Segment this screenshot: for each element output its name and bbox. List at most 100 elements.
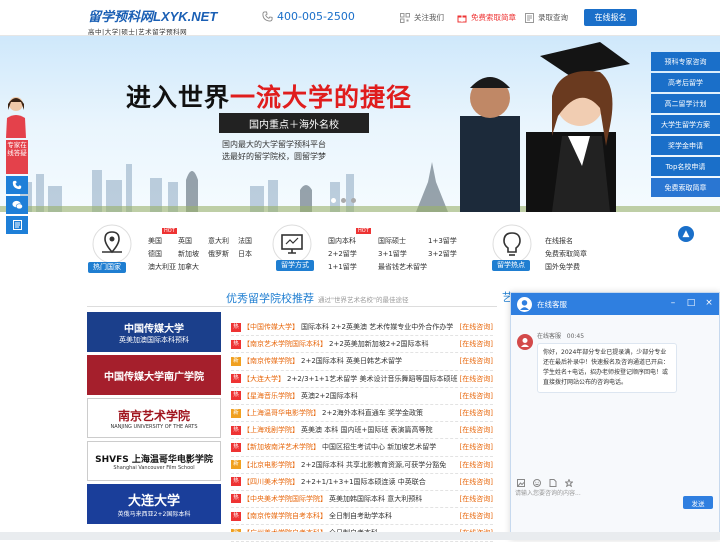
study-method-link[interactable]: 3+2留学: [428, 249, 457, 259]
row-school[interactable]: 【星海音乐学院】: [243, 391, 299, 401]
school-tile-cucn[interactable]: 中国传媒大学南广学院: [87, 355, 221, 395]
follow-link[interactable]: 关注我们: [400, 12, 444, 23]
school-tile-cuc[interactable]: 中国传媒大学 英美加澳国际本科预科: [87, 312, 221, 352]
school-tile-shvfs[interactable]: SHVFS 上海温哥华电影学院 Shanghai Vancouver Film …: [87, 441, 221, 481]
school-list-row[interactable]: 热【上海戏剧学院】 英美澳 本科 国内班+国际班 表演篇高等院 [在线咨询]: [231, 422, 493, 440]
row-school[interactable]: 【中央美术学院国际学院】: [243, 494, 327, 504]
study-method-link[interactable]: 1+3留学: [428, 236, 457, 246]
emoji-icon[interactable]: [533, 479, 541, 487]
school-tile-nua[interactable]: 南京艺术学院 NANJING UNIVERSITY OF THE ARTS: [87, 398, 221, 438]
hot-topic-link[interactable]: 免费索取简章: [545, 249, 587, 259]
row-consult-link[interactable]: [在线咨询]: [460, 408, 493, 418]
file-icon[interactable]: [549, 479, 557, 487]
school-list-row[interactable]: 热【南京艺术学院国际本科】 2+2英美加新加坡2+2国际本科 [在线咨询]: [231, 336, 493, 354]
tile-name: 大连大学: [127, 494, 180, 509]
back-to-top-button[interactable]: ▲: [678, 226, 694, 242]
row-badge: 热: [231, 477, 241, 487]
logo-sub: 高中|大学|硕士|艺术留学预科网: [88, 28, 188, 36]
popular-countries-tag[interactable]: 热门国家: [88, 262, 126, 273]
message-bubble: 你好，2024年部分专业已提录满，少部分专业还在最后补录中！快速报名及咨询通道已…: [537, 343, 677, 393]
country-link[interactable]: 美国: [148, 236, 162, 246]
study-method-link[interactable]: 1+1留学: [328, 262, 357, 272]
free-brochure-link[interactable]: 免费索取简章: [457, 12, 516, 23]
row-school[interactable]: 【南京传媒学院】: [243, 356, 299, 366]
study-method-link[interactable]: 国内本科: [328, 236, 356, 246]
school-tile-dlu[interactable]: 大连大学 英俄马来西亚2+2国际本科: [87, 484, 221, 524]
row-consult-link[interactable]: [在线咨询]: [460, 442, 493, 452]
row-consult-link[interactable]: [在线咨询]: [460, 356, 493, 366]
right-nav-item[interactable]: 免费索取简章: [651, 178, 720, 197]
close-icon[interactable]: ×: [704, 298, 714, 308]
row-consult-link[interactable]: [在线咨询]: [460, 339, 493, 349]
country-link[interactable]: 日本: [238, 249, 252, 259]
row-school[interactable]: 【上海温哥华电影学院】: [243, 408, 320, 418]
school-list-row[interactable]: 热【中国传媒大学】 国际本科 2+2英美澳 艺术传媒专业中外合作办学 [在线咨询]: [231, 319, 493, 337]
send-button[interactable]: 发送: [683, 496, 713, 509]
row-school[interactable]: 【四川美术学院】: [243, 477, 299, 487]
study-method-link[interactable]: 国际硕士: [378, 236, 406, 246]
country-link[interactable]: 新加坡: [178, 249, 199, 259]
row-consult-link[interactable]: [在线咨询]: [460, 322, 493, 332]
right-nav-item[interactable]: 高考后留学: [651, 73, 720, 92]
admission-query-link[interactable]: 录取查询: [525, 12, 568, 23]
slider-dot[interactable]: [351, 198, 356, 203]
country-link[interactable]: 英国: [178, 236, 192, 246]
row-consult-link[interactable]: [在线咨询]: [460, 374, 493, 384]
wechat-button[interactable]: [6, 196, 28, 214]
right-nav-item[interactable]: 预科专家咨询: [651, 52, 720, 71]
site-logo[interactable]: 留学预科网LXYK.NET 高中|大学|硕士|艺术留学预科网: [88, 6, 217, 36]
school-list-row[interactable]: 热【大连大学】 2+2/3+1+1艺术留学 美术设计音乐舞蹈等国际本硕班 [在线咨询…: [231, 371, 493, 388]
row-consult-link[interactable]: [在线咨询]: [460, 391, 493, 401]
row-consult-link[interactable]: [在线咨询]: [460, 460, 493, 470]
row-school[interactable]: 【中国传媒大学】: [243, 322, 299, 332]
row-school[interactable]: 【南京传媒学院自考本科】: [243, 511, 327, 521]
school-list-row[interactable]: 热【星海音乐学院】 英澳2+2国际本科 [在线咨询]: [231, 388, 493, 405]
row-school[interactable]: 【大连大学】: [243, 374, 285, 384]
study-method-link[interactable]: 3+1留学: [378, 249, 407, 259]
row-school[interactable]: 【上海戏剧学院】: [243, 425, 299, 435]
maximize-icon[interactable]: □: [686, 298, 696, 308]
hot-topic-link[interactable]: 国外免学费: [545, 262, 580, 272]
study-abroad-tag[interactable]: 留学方式: [276, 260, 314, 271]
image-icon[interactable]: [517, 479, 525, 487]
school-list-row[interactable]: 热【中央美术学院国际学院】 英美加韩国际本科 意大利预科 [在线咨询]: [231, 491, 493, 509]
slider-dot[interactable]: [341, 198, 346, 203]
country-link[interactable]: 澳大利亚: [148, 262, 176, 272]
row-consult-link[interactable]: [在线咨询]: [460, 425, 493, 435]
right-nav-item[interactable]: 大学生留学方案: [651, 115, 720, 134]
expert-service-button[interactable]: 专家在线答疑: [6, 140, 28, 174]
study-method-link[interactable]: 2+2留学: [328, 249, 357, 259]
hot-topic-link[interactable]: 在线报名: [545, 236, 573, 246]
school-list-row[interactable]: 新【上海温哥华电影学院】 2+2海外本科直通车 奖学金政策 [在线咨询]: [231, 405, 493, 423]
apply-online-button[interactable]: 在线报名: [584, 9, 637, 26]
country-link[interactable]: 俄罗斯: [208, 249, 229, 259]
hotline[interactable]: 400-005-2500: [262, 10, 355, 23]
phone-button[interactable]: [6, 176, 28, 194]
row-consult-link[interactable]: [在线咨询]: [460, 511, 493, 521]
rating-icon[interactable]: [565, 479, 573, 487]
row-school[interactable]: 【南京艺术学院国际本科】: [243, 339, 327, 349]
hot-topics-tag[interactable]: 留学热点: [492, 260, 530, 271]
hero-banner[interactable]: 进入世界一流大学的捷径 国内重点＋海外名校 国内最大的大学留学预科平台 选最好的…: [0, 36, 720, 212]
slider-dot[interactable]: [331, 198, 336, 203]
country-link[interactable]: 意大利: [208, 236, 229, 246]
row-consult-link[interactable]: [在线咨询]: [460, 494, 493, 504]
right-nav-item[interactable]: 奖学金申请: [651, 136, 720, 155]
row-consult-link[interactable]: [在线咨询]: [460, 477, 493, 487]
free-brochure-label: 免费索取简章: [471, 13, 516, 22]
country-link[interactable]: 法国: [238, 236, 252, 246]
school-list-row[interactable]: 热【四川美术学院】 2+2+1/1+3+1国际本硕连读 中英联合 [在线咨询]: [231, 474, 493, 491]
study-method-link[interactable]: 最省钱艺术留学: [378, 262, 427, 272]
school-list-row[interactable]: 新【南京传媒学院】 2+2国际本科 英美日韩艺术留学 [在线咨询]: [231, 353, 493, 371]
school-list-row[interactable]: 热【南京传媒学院自考本科】 全日制自考助学本科 [在线咨询]: [231, 508, 493, 526]
row-school[interactable]: 【新加坡南洋艺术学院】: [243, 442, 320, 452]
right-nav-item[interactable]: Top名校申请: [651, 157, 720, 176]
country-link[interactable]: 加拿大: [178, 262, 199, 272]
country-link[interactable]: 德国: [148, 249, 162, 259]
school-list-row[interactable]: 热【新加坡南洋艺术学院】 中国区招生考试中心 新加坡艺术留学 [在线咨询]: [231, 439, 493, 457]
school-list-row[interactable]: 新【北京电影学院】 2+2国际本科 共享北影教育资源,可获学分豁免 [在线咨询]: [231, 457, 493, 474]
right-nav-item[interactable]: 高二留学计划: [651, 94, 720, 113]
row-school[interactable]: 【北京电影学院】: [243, 460, 299, 470]
minimize-icon[interactable]: –: [668, 298, 678, 308]
slider-dots[interactable]: [331, 198, 356, 203]
